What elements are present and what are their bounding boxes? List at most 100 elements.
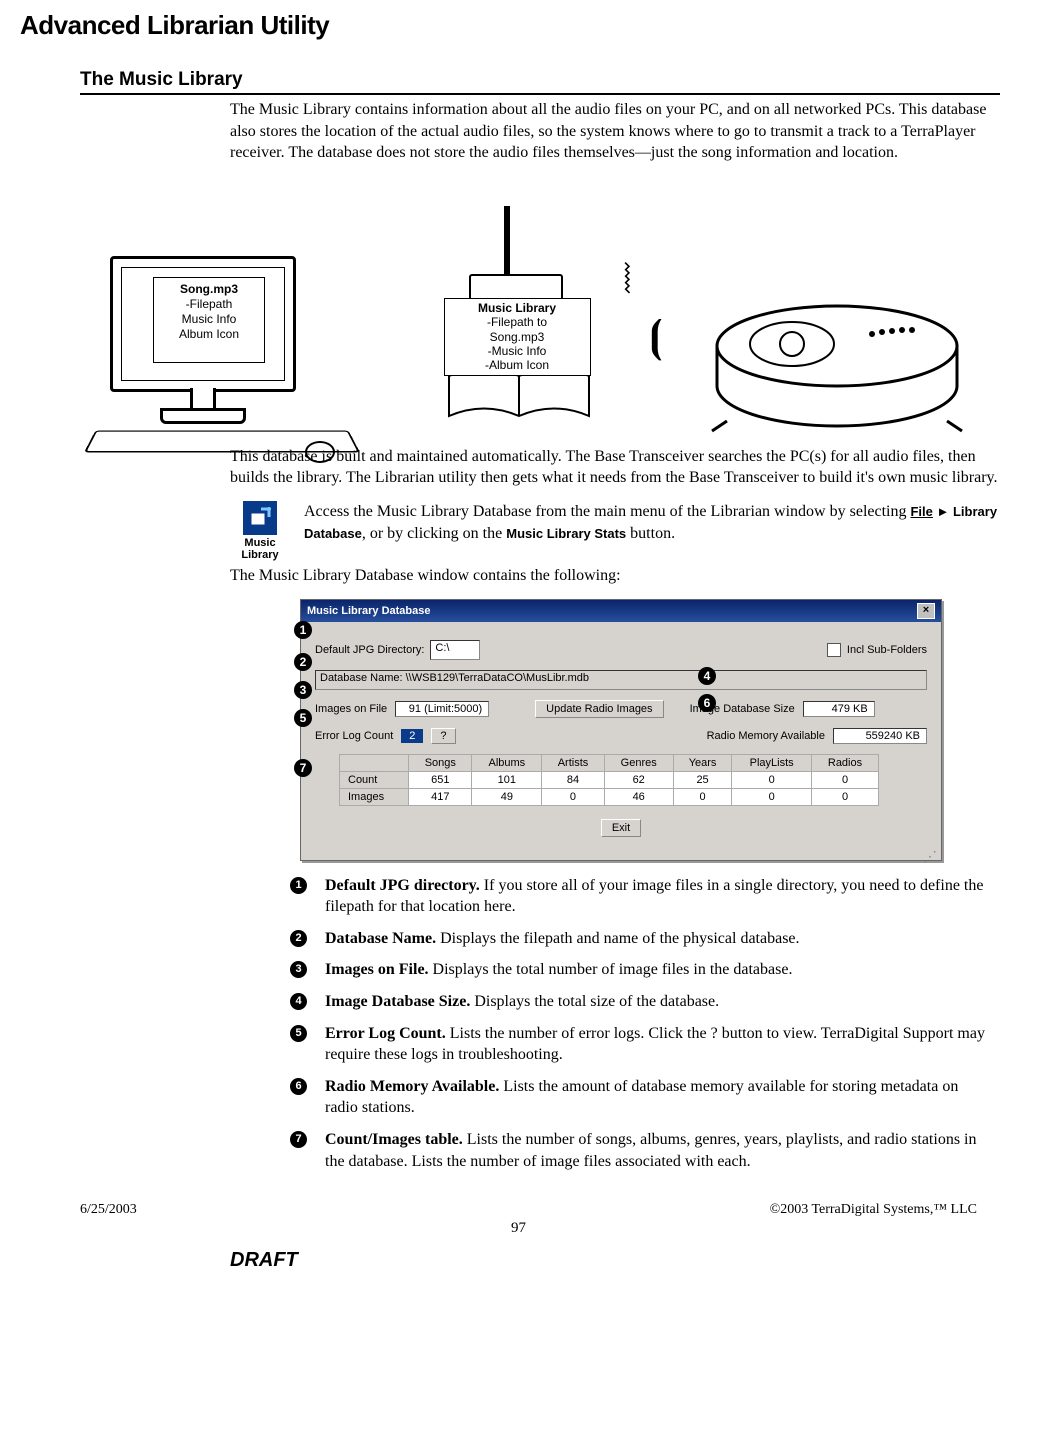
- definition-item: 3Images on File. Displays the total numb…: [290, 959, 990, 981]
- table-cell: 101: [472, 771, 542, 788]
- resize-grip-icon[interactable]: ⋰: [301, 852, 941, 860]
- table-row-label: Count: [340, 771, 409, 788]
- draft-watermark: DRAFT: [230, 1249, 1017, 1272]
- close-icon[interactable]: ×: [917, 603, 935, 619]
- table-header: Radios: [812, 754, 879, 771]
- database-name-field: Database Name: \\WSB129\TerraDataCO\MusL…: [315, 670, 927, 690]
- definition-lead: Database Name.: [325, 930, 436, 947]
- callout-5: 5: [294, 709, 312, 727]
- db-name-label: Database Name:: [320, 672, 403, 684]
- definition-number: 7: [290, 1131, 307, 1148]
- radio-memory-value: 559240 KB: [833, 728, 927, 744]
- definition-lead: Default JPG directory.: [325, 877, 480, 894]
- exit-button[interactable]: Exit: [601, 819, 641, 837]
- terraplayer-receiver-illustration: ⦗: [697, 266, 977, 436]
- pc-info-l1: -Filepath: [154, 297, 264, 312]
- table-header: [340, 754, 409, 771]
- table-header: PlayLists: [732, 754, 812, 771]
- definition-lead: Image Database Size.: [325, 993, 470, 1010]
- definition-body: Displays the total number of image files…: [429, 961, 793, 978]
- definition-lead: Error Log Count.: [325, 1025, 446, 1042]
- images-on-file-value: 91 (Limit:5000): [395, 701, 489, 717]
- menu-file: File: [910, 504, 932, 519]
- library-stats-icon: [243, 501, 277, 535]
- table-cell: 25: [673, 771, 731, 788]
- table-header: Genres: [604, 754, 673, 771]
- dialog-screenshot: 1 2 3 4 6 5 7 Music Library Database × D…: [300, 599, 960, 861]
- db-name-value: \\WSB129\TerraDataCO\MusLibr.mdb: [406, 672, 589, 684]
- footer-date: 6/25/2003: [80, 1202, 137, 1218]
- access-post: button.: [626, 525, 675, 542]
- table-header: Albums: [472, 754, 542, 771]
- table-row: Images41749046000: [340, 788, 879, 805]
- access-mid: , or by clicking on the: [362, 525, 506, 542]
- definition-text: Error Log Count. Lists the number of err…: [325, 1023, 990, 1066]
- definition-text: Images on File. Displays the total numbe…: [325, 959, 990, 981]
- table-row-label: Images: [340, 788, 409, 805]
- dialog-titlebar[interactable]: Music Library Database ×: [301, 600, 941, 622]
- definition-number: 5: [290, 1025, 307, 1042]
- router-info-box: Music Library -Filepath to Song.mp3 -Mus…: [444, 298, 591, 376]
- definition-number: 1: [290, 877, 307, 894]
- table-cell: 62: [604, 771, 673, 788]
- table-cell: 49: [472, 788, 542, 805]
- table-cell: 0: [732, 788, 812, 805]
- table-row: Count65110184622500: [340, 771, 879, 788]
- jpg-dir-label: Default JPG Directory:: [315, 644, 424, 656]
- definition-item: 2 Database Name. Displays the filepath an…: [290, 928, 990, 950]
- router-info-l1: -Filepath to: [445, 315, 590, 329]
- jpg-dir-input[interactable]: C:\: [430, 640, 480, 660]
- section-title: The Music Library: [80, 69, 1000, 95]
- architecture-diagram: Song.mp3 -Filepath Music Info Album Icon…: [100, 176, 977, 436]
- definition-number: 6: [290, 1078, 307, 1095]
- pc-info-title: Song.mp3: [154, 282, 264, 297]
- definition-number: 4: [290, 993, 307, 1010]
- router-info-l4: -Album Icon: [445, 358, 590, 372]
- error-log-view-button[interactable]: ?: [431, 728, 455, 744]
- music-library-shortcut-icon: Music Library: [230, 501, 290, 561]
- definitions-list: 1Default JPG directory. If you store all…: [290, 875, 990, 1173]
- router-info-title: Music Library: [445, 301, 590, 315]
- table-header: Artists: [542, 754, 604, 771]
- table-cell: 84: [542, 771, 604, 788]
- error-log-count-label: Error Log Count: [315, 730, 393, 742]
- pc-info-l3: Album Icon: [154, 327, 264, 342]
- definition-lead: Radio Memory Available.: [325, 1078, 499, 1095]
- intro-para-3: The Music Library Database window contai…: [230, 565, 1000, 587]
- update-radio-images-button[interactable]: Update Radio Images: [535, 700, 663, 718]
- callout-7: 7: [294, 759, 312, 777]
- definition-item: 5 Error Log Count. Lists the number of er…: [290, 1023, 990, 1066]
- definition-text: Image Database Size. Displays the total …: [325, 991, 990, 1013]
- table-cell: 0: [673, 788, 731, 805]
- incl-subfolders-label: Incl Sub-Folders: [847, 644, 927, 656]
- radio-waves-icon: ⦗: [649, 311, 664, 362]
- definition-lead: Images on File.: [325, 961, 429, 978]
- access-pre: Access the Music Library Database from t…: [304, 503, 910, 520]
- dialog-title: Music Library Database: [307, 605, 431, 617]
- error-log-count-value: 2: [401, 729, 423, 743]
- base-transceiver-illustration: ⦚ Music Library -Filepath to Song.mp3 -M…: [424, 206, 604, 436]
- table-header: Songs: [409, 754, 472, 771]
- definition-text: Database Name. Displays the filepath and…: [325, 928, 990, 950]
- definition-body: Displays the total size of the database.: [470, 993, 719, 1010]
- pc-info-l2: Music Info: [154, 312, 264, 327]
- incl-subfolders-checkbox[interactable]: [827, 643, 841, 657]
- table-header: Years: [673, 754, 731, 771]
- images-on-file-label: Images on File: [315, 703, 387, 715]
- definition-text: Count/Images table. Lists the number of …: [325, 1129, 990, 1172]
- definition-item: 1Default JPG directory. If you store all…: [290, 875, 990, 918]
- definition-item: 6 Radio Memory Available. Lists the amoun…: [290, 1076, 990, 1119]
- radio-waves-icon: ⦚: [623, 256, 631, 303]
- page-number: 97: [20, 1220, 1017, 1237]
- callout-4: 4: [698, 667, 716, 685]
- callout-3: 3: [294, 681, 312, 699]
- table-cell: 417: [409, 788, 472, 805]
- definition-item: 4 Image Database Size. Displays the total…: [290, 991, 990, 1013]
- doc-title: Advanced Librarian Utility: [20, 10, 1017, 41]
- image-db-size-value: 479 KB: [803, 701, 875, 717]
- definition-item: 7 Count/Images table. Lists the number of…: [290, 1129, 990, 1172]
- router-info-l3: -Music Info: [445, 344, 590, 358]
- definition-number: 2: [290, 930, 307, 947]
- definition-text: Radio Memory Available. Lists the amount…: [325, 1076, 990, 1119]
- table-cell: 0: [812, 771, 879, 788]
